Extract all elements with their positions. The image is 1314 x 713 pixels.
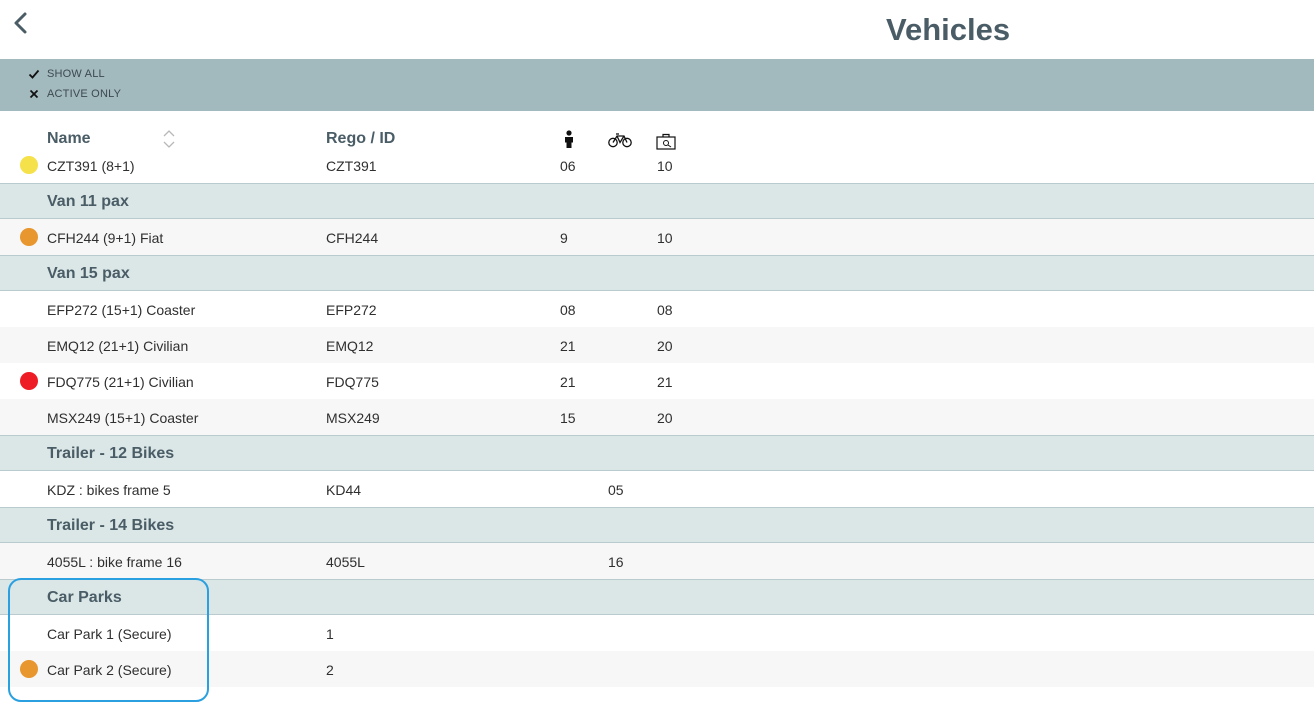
vehicle-name: EFP272 (15+1) Coaster	[47, 302, 196, 318]
vehicle-pax: 06	[560, 158, 576, 174]
group-header-label: Car Parks	[47, 589, 122, 606]
vehicle-rego: MSX249	[326, 410, 380, 426]
table-row[interactable]: FDQ775 (21+1) Civilian FDQ775 21 21	[0, 363, 1314, 399]
table-row[interactable]: 4055L : bike frame 16 4055L 16	[0, 543, 1314, 579]
top-bar: Vehicles	[0, 0, 1314, 59]
vehicle-pax: 08	[560, 302, 576, 318]
back-button[interactable]	[10, 10, 34, 38]
vehicle-name: FDQ775 (21+1) Civilian	[47, 374, 194, 390]
vehicle-bikes: 16	[608, 554, 624, 570]
status-dot	[20, 660, 38, 678]
group-header-label: Van 15 pax	[47, 265, 130, 282]
table-row[interactable]: CZT391 (8+1) CZT391 06 10	[0, 147, 1314, 183]
group-header-label: Van 11 pax	[47, 193, 129, 210]
vehicle-rego: CFH244	[326, 230, 379, 246]
vehicle-luggage: 20	[657, 410, 673, 426]
vehicle-name: MSX249 (15+1) Coaster	[47, 410, 199, 426]
group-header-label: Trailer - 14 Bikes	[47, 517, 175, 534]
group-header: Van 11 pax	[0, 183, 1314, 219]
vehicle-name: Car Park 2 (Secure)	[47, 662, 172, 678]
vehicle-pax: 15	[560, 410, 576, 426]
vehicle-rego: EMQ12	[326, 338, 374, 354]
column-header-rego[interactable]: Rego / ID	[326, 130, 395, 148]
vehicle-pax: 21	[560, 374, 576, 390]
group-header: Van 15 pax	[0, 255, 1314, 291]
vehicle-rego: KD44	[326, 482, 362, 498]
table-row[interactable]: KDZ : bikes frame 5 KD44 05	[0, 471, 1314, 507]
vehicle-luggage: 08	[657, 302, 673, 318]
close-icon	[28, 88, 40, 100]
vehicle-luggage: 20	[657, 338, 673, 354]
group-header: Car Parks	[0, 579, 1314, 615]
status-dot	[20, 156, 38, 174]
group-header: Trailer - 12 Bikes	[0, 435, 1314, 471]
vehicle-name: 4055L : bike frame 16	[47, 554, 182, 570]
group-header: Trailer - 14 Bikes	[0, 507, 1314, 543]
vehicle-name: Car Park 1 (Secure)	[47, 626, 172, 642]
vehicle-rego: 4055L	[326, 554, 365, 570]
vehicle-rego: 2	[326, 662, 334, 678]
table-row[interactable]: MSX249 (15+1) Coaster MSX249 15 20	[0, 399, 1314, 435]
column-header-name[interactable]: Name	[47, 130, 91, 148]
check-icon	[28, 68, 40, 80]
group-header-label: Trailer - 12 Bikes	[47, 445, 175, 462]
vehicle-luggage: 21	[657, 374, 673, 390]
filter-active-only[interactable]: ACTIVE ONLY	[28, 87, 121, 101]
vehicle-pax: 9	[560, 230, 568, 246]
vehicle-rego: 1	[326, 626, 334, 642]
status-dot	[20, 372, 38, 390]
vehicle-name: KDZ : bikes frame 5	[47, 482, 171, 498]
vehicle-pax: 21	[560, 338, 576, 354]
vehicle-rego: CZT391	[326, 158, 377, 174]
table-row[interactable]: EMQ12 (21+1) Civilian EMQ12 21 20	[0, 327, 1314, 363]
table-row[interactable]: CFH244 (9+1) Fiat CFH244 9 10	[0, 219, 1314, 255]
vehicle-name: EMQ12 (21+1) Civilian	[47, 338, 189, 354]
vehicle-rego: FDQ775	[326, 374, 379, 390]
filter-show-all-label: SHOW ALL	[47, 68, 105, 80]
table-row[interactable]: Car Park 2 (Secure) 2	[0, 651, 1314, 687]
table-row[interactable]: Car Park 1 (Secure) 1	[0, 615, 1314, 651]
vehicle-luggage: 10	[657, 158, 673, 174]
page-title: Vehicles	[886, 12, 1011, 47]
chevron-left-icon	[14, 12, 27, 34]
vehicle-bikes: 05	[608, 482, 624, 498]
table-row[interactable]: EFP272 (15+1) Coaster EFP272 08 08	[0, 291, 1314, 327]
vehicle-name: CFH244 (9+1) Fiat	[47, 230, 164, 246]
vehicle-rego: EFP272	[326, 302, 377, 318]
vehicle-luggage: 10	[657, 230, 673, 246]
filter-active-only-label: ACTIVE ONLY	[47, 88, 122, 100]
filter-show-all[interactable]: SHOW ALL	[28, 67, 105, 81]
vehicle-name: CZT391 (8+1)	[47, 158, 135, 174]
status-dot	[20, 228, 38, 246]
filter-bar	[0, 59, 1314, 111]
